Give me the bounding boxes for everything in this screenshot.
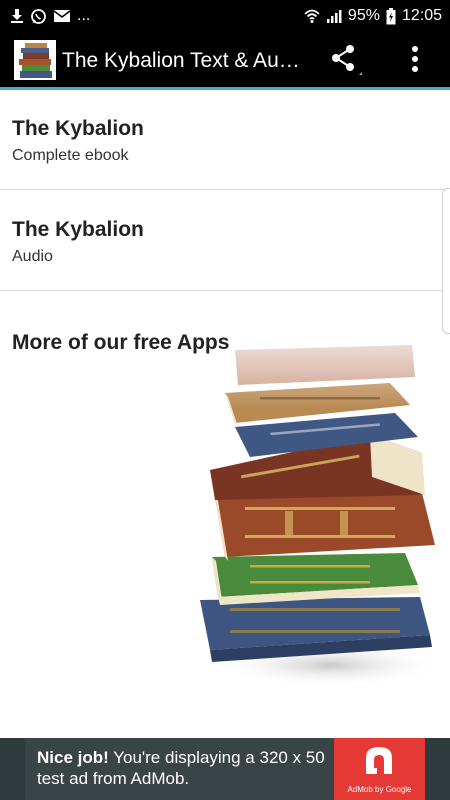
book-stack-image[interactable] bbox=[190, 335, 450, 700]
clock: 12:05 bbox=[401, 7, 442, 24]
whatsapp-icon bbox=[30, 8, 47, 25]
scrollbar[interactable] bbox=[442, 188, 450, 334]
list-item-audio[interactable]: The Kybalion Audio bbox=[0, 191, 450, 291]
status-bar: ... 95% 12:05 bbox=[0, 0, 450, 32]
list-item-complete-ebook[interactable]: The Kybalion Complete ebook bbox=[0, 90, 450, 190]
signal-icon bbox=[326, 8, 342, 24]
admob-logo[interactable]: AdMob by Google bbox=[334, 738, 425, 800]
share-icon bbox=[328, 42, 364, 81]
share-button[interactable] bbox=[322, 38, 368, 84]
more-vert-icon bbox=[411, 45, 419, 78]
ad-text: Nice job! You're displaying a 320 x 50 t… bbox=[37, 747, 337, 789]
list-item-subtitle: Audio bbox=[12, 248, 53, 265]
app-title: The Kybalion Text & Audio bbox=[62, 49, 302, 72]
list-item-title: The Kybalion bbox=[12, 117, 144, 140]
mail-icon bbox=[53, 9, 71, 23]
overflow-menu-button[interactable] bbox=[398, 38, 432, 84]
download-icon bbox=[10, 8, 24, 24]
more-apps-heading[interactable]: More of our free Apps bbox=[12, 331, 229, 355]
notification-overflow: ... bbox=[77, 7, 91, 24]
ad-banner[interactable]: Nice job! You're displaying a 320 x 50 t… bbox=[0, 738, 450, 800]
battery-percent: 95% bbox=[347, 7, 380, 24]
battery-charging-icon bbox=[386, 7, 396, 25]
wifi-icon bbox=[304, 8, 320, 24]
ad-headline: Nice job! bbox=[37, 748, 109, 767]
list-item-title: The Kybalion bbox=[12, 218, 144, 241]
app-logo-icon[interactable] bbox=[14, 40, 56, 80]
ad-content[interactable]: Nice job! You're displaying a 320 x 50 t… bbox=[25, 738, 425, 800]
list-item-subtitle: Complete ebook bbox=[12, 147, 129, 164]
ad-attribution: AdMob by Google bbox=[347, 785, 412, 794]
